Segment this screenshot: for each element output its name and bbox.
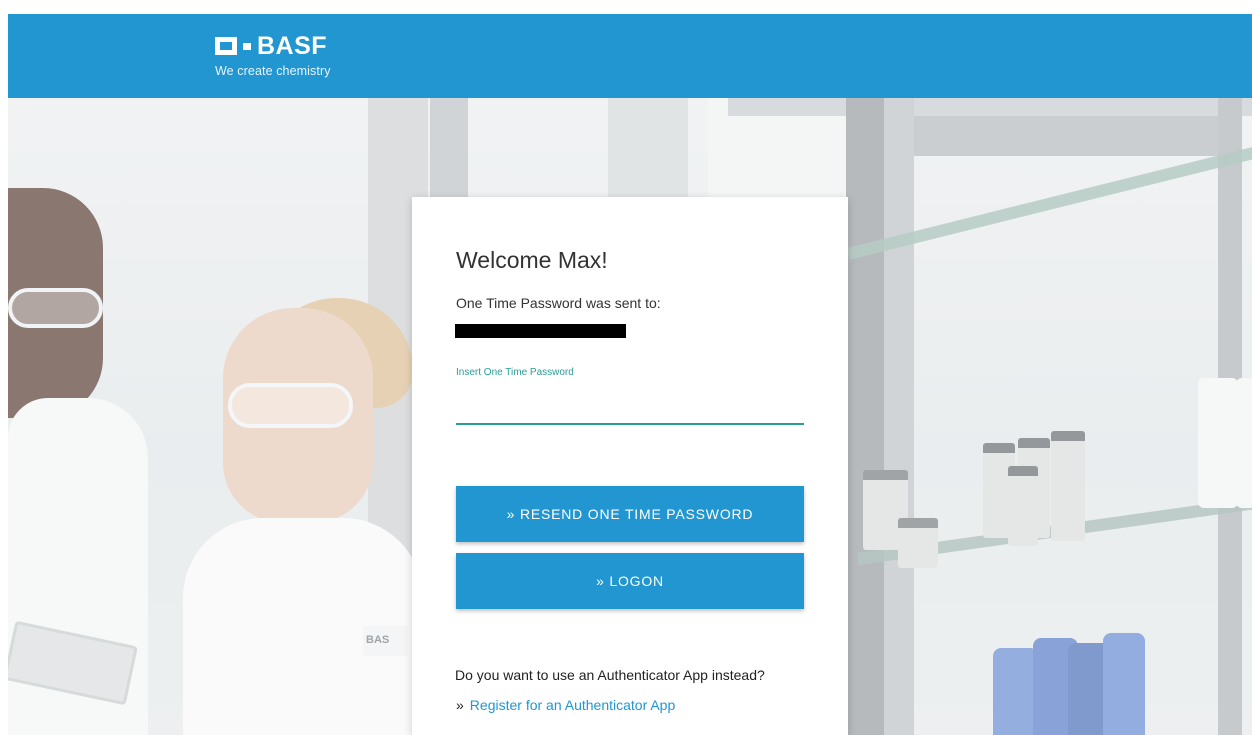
register-authenticator-link[interactable]: Register for an Authenticator App — [470, 697, 675, 713]
basf-logo[interactable]: BASF We create chemistry — [215, 32, 331, 78]
logo-tagline: We create chemistry — [215, 64, 331, 78]
otp-sent-label: One Time Password was sent to: — [456, 295, 661, 311]
authenticator-link-row: » Register for an Authenticator App — [456, 697, 675, 713]
redacted-email — [455, 324, 626, 338]
logon-button[interactable]: » LOGON — [456, 553, 804, 609]
authenticator-question: Do you want to use an Authenticator App … — [455, 667, 765, 683]
logo-brand-text: BASF — [257, 32, 328, 60]
top-strip — [0, 0, 1252, 14]
logo-dash-icon — [243, 42, 251, 50]
login-card: Welcome Max! One Time Password was sent … — [412, 197, 848, 735]
otp-field-label: Insert One Time Password — [456, 367, 574, 378]
site-header: BASF We create chemistry — [8, 14, 1252, 98]
welcome-title: Welcome Max! — [456, 247, 608, 273]
logo-square-icon — [215, 37, 237, 55]
logo-mark: BASF — [215, 32, 331, 60]
raquo-icon: » — [456, 697, 464, 713]
otp-input[interactable] — [456, 389, 804, 425]
resend-otp-button[interactable]: » RESEND ONE TIME PASSWORD — [456, 486, 804, 542]
